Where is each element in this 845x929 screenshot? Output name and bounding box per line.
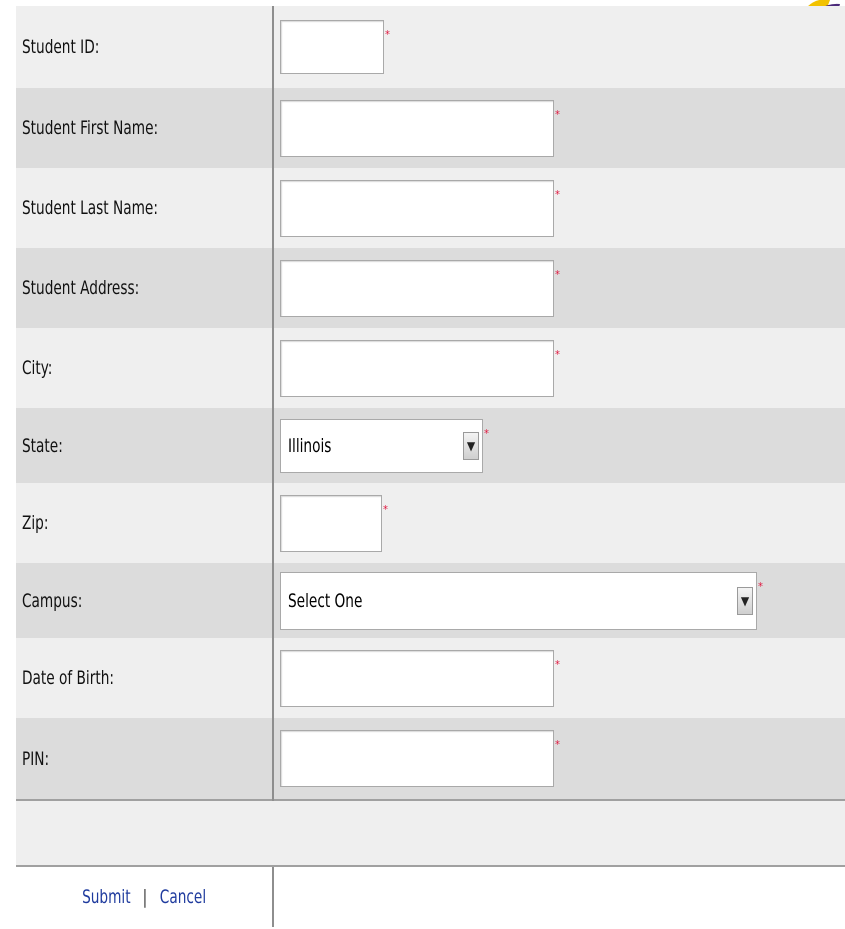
required-marker: * [555, 267, 560, 281]
state-select[interactable]: Illinois ▼ [280, 418, 483, 473]
cancel-link[interactable]: Cancel [159, 886, 205, 908]
required-marker: * [555, 657, 560, 671]
form-row-state: State: Illinois ▼ * [16, 408, 845, 483]
cell-city: * [273, 328, 845, 408]
link-separator: | [143, 886, 148, 908]
state-select-value: Illinois [288, 434, 332, 457]
city-input[interactable] [280, 339, 554, 397]
label-city: City: [16, 328, 274, 408]
label-first-name: Student First Name: [16, 88, 274, 168]
cell-student-id: * [273, 6, 845, 88]
form-row-zip: Zip: * [16, 483, 845, 563]
label-state: State: [16, 408, 274, 483]
campus-select[interactable]: Select One ▼ [280, 571, 757, 630]
label-address: Student Address: [16, 248, 274, 328]
pin-input[interactable] [280, 730, 554, 787]
form-row-campus: Campus: Select One ▼ * [16, 563, 845, 638]
form-spacer-row [16, 799, 845, 867]
form-row-city: City: * [16, 328, 845, 408]
form-row-date-of-birth: Date of Birth: * [16, 638, 845, 718]
address-input[interactable] [280, 259, 554, 317]
label-pin: PIN: [16, 718, 274, 800]
cell-first-name: * [273, 88, 845, 168]
page: Student ID: * Student First Name: * Stud… [0, 0, 845, 929]
required-marker: * [484, 426, 489, 440]
cell-zip: * [273, 483, 845, 563]
cell-date-of-birth: * [273, 638, 845, 718]
label-campus: Campus: [16, 563, 274, 638]
student-id-input[interactable] [280, 20, 384, 74]
cell-pin: * [273, 718, 845, 800]
label-zip: Zip: [16, 483, 274, 563]
chevron-down-icon[interactable]: ▼ [737, 586, 753, 615]
form-row-student-id: Student ID: * [16, 6, 845, 88]
required-marker: * [385, 28, 390, 41]
cell-campus: Select One ▼ * [273, 563, 845, 638]
last-name-input[interactable] [280, 179, 554, 237]
chevron-down-icon[interactable]: ▼ [463, 431, 479, 460]
form-actions-row: Submit | Cancel [16, 866, 845, 927]
actions-empty-cell [272, 866, 845, 927]
required-marker: * [555, 107, 560, 121]
form-row-first-name: Student First Name: * [16, 88, 845, 168]
required-marker: * [555, 187, 560, 201]
first-name-input[interactable] [280, 99, 554, 157]
label-student-id: Student ID: [16, 6, 274, 88]
cell-state: Illinois ▼ * [273, 408, 845, 483]
submit-link[interactable]: Submit [82, 886, 131, 908]
required-marker: * [758, 579, 763, 593]
cell-last-name: * [273, 168, 845, 248]
label-last-name: Student Last Name: [16, 168, 274, 248]
form-row-pin: PIN: * [16, 718, 845, 800]
date-of-birth-input[interactable] [280, 649, 554, 707]
required-marker: * [555, 347, 560, 361]
zip-input[interactable] [280, 494, 382, 552]
form-actions: Submit | Cancel [16, 866, 274, 927]
form-row-address: Student Address: * [16, 248, 845, 328]
student-form: Student ID: * Student First Name: * Stud… [16, 6, 845, 927]
cell-address: * [273, 248, 845, 328]
required-marker: * [383, 502, 388, 516]
campus-select-value: Select One [288, 589, 363, 612]
label-date-of-birth: Date of Birth: [16, 638, 274, 718]
form-row-last-name: Student Last Name: * [16, 168, 845, 248]
required-marker: * [555, 738, 560, 751]
form-spacer [16, 799, 845, 867]
